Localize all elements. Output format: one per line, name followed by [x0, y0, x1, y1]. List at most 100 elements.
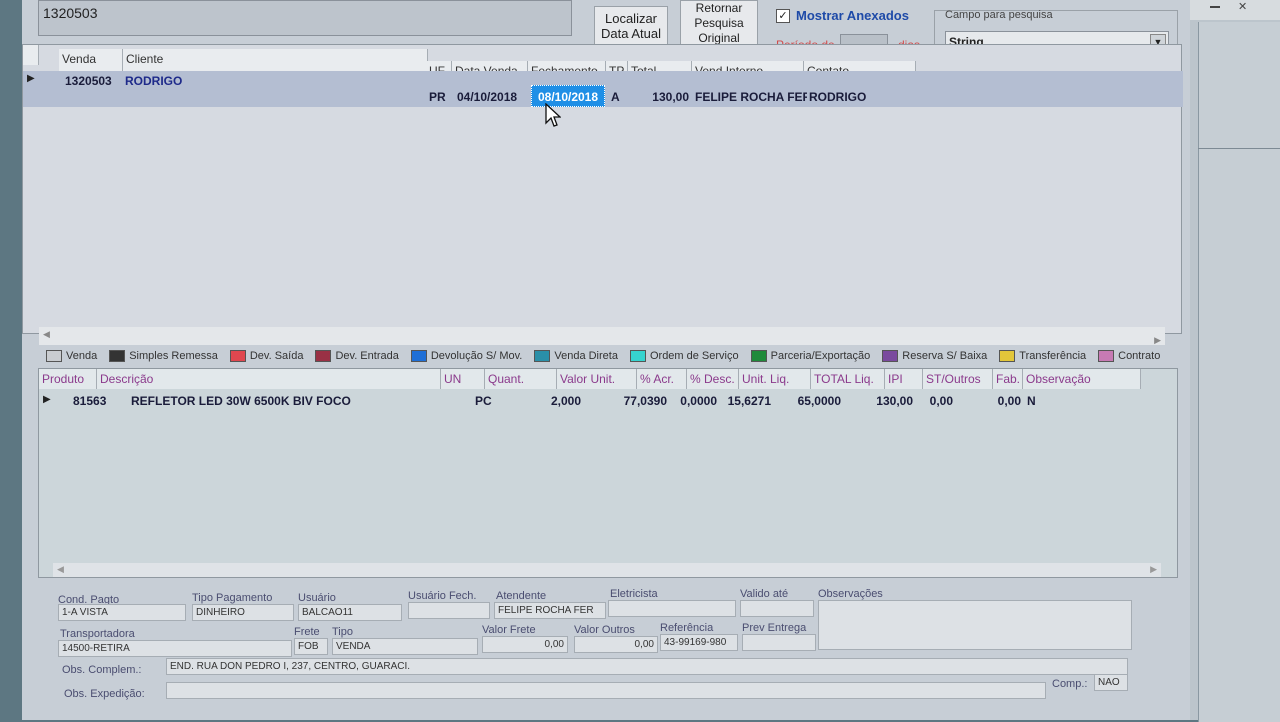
label-observacoes: Observações	[818, 588, 883, 600]
field-tipo-pagamento[interactable]: DINHEIRO	[192, 604, 294, 621]
footer-panel: Cond. Pagto 1-A VISTA Tipo Pagamento DIN…	[48, 584, 1178, 720]
cell-contato: RODRIGO	[809, 90, 867, 104]
label-obs-complem: Obs. Complem.:	[62, 664, 142, 676]
legend-item: Devolução S/ Mov.	[410, 350, 522, 362]
cell-fechamento[interactable]: 08/10/2018	[531, 85, 605, 107]
col-header-venda[interactable]: Venda	[59, 49, 123, 71]
col-header-ipi[interactable]: IPI	[885, 369, 923, 389]
cell-desc: 15,6271	[727, 394, 771, 408]
legend-label: Venda Direta	[554, 350, 618, 362]
legend-item: Transferência	[999, 350, 1086, 362]
legend-label: Reserva S/ Baixa	[902, 350, 988, 362]
label-obs-expedicao: Obs. Expedição:	[64, 688, 145, 700]
legend-item: Ordem de Serviço	[629, 350, 739, 362]
legend-item: Venda	[46, 350, 97, 362]
col-header-fab[interactable]: Fab.	[993, 369, 1023, 389]
row-pointer-icon: ▶	[27, 73, 35, 84]
col-header-total-liq[interactable]: TOTAL Liq.	[811, 369, 885, 389]
legend-label: Contrato	[1118, 350, 1161, 362]
legend-swatch	[315, 350, 332, 362]
legend-swatch	[410, 350, 427, 362]
col-header-valor-unit[interactable]: Valor Unit.	[557, 369, 637, 389]
legend-item: Venda Direta	[534, 350, 618, 362]
field-eletricista[interactable]	[608, 600, 736, 617]
col-header-un[interactable]: UN	[441, 369, 485, 389]
field-usuario-fech[interactable]	[408, 602, 490, 619]
field-valor-outros[interactable]: 0,00	[574, 636, 658, 653]
field-frete[interactable]: FOB	[294, 638, 328, 655]
legend-label: Dev. Entrada	[335, 350, 399, 362]
legend-swatch	[750, 350, 767, 362]
col-header-st-outros[interactable]: ST/Outros	[923, 369, 993, 389]
label-usuario: Usuário	[298, 592, 336, 604]
minimize-icon[interactable]	[1210, 6, 1220, 8]
field-transportadora[interactable]: 14500-RETIRA	[58, 640, 292, 657]
col-header-desc[interactable]: % Desc.	[687, 369, 739, 389]
legend-swatch	[534, 350, 551, 362]
label-comp: Comp.:	[1052, 678, 1088, 690]
cell-valor-unit: 77,0390	[623, 394, 667, 408]
search-field[interactable]: 1320503	[38, 0, 572, 36]
field-prev-entrega[interactable]	[742, 634, 816, 651]
scroll-right-icon[interactable]: ▶	[1154, 335, 1161, 346]
cell-uf: PR	[429, 90, 446, 104]
cell-total-liq: 130,00	[876, 394, 913, 408]
label-tipo-pagamento: Tipo Pagamento	[192, 592, 273, 604]
row-pointer-icon: ▶	[43, 394, 51, 405]
field-comp[interactable]: NAO	[1094, 674, 1128, 691]
cell-produto: 81563	[73, 394, 107, 408]
scroll-left-icon[interactable]: ◀	[43, 329, 50, 340]
legend-swatch	[109, 350, 126, 362]
col-header-observa-o[interactable]: Observação	[1023, 369, 1141, 389]
background-window: ✕	[1190, 0, 1280, 722]
mostrar-anexados-checkbox[interactable]: ✓ Mostrar Anexados	[776, 8, 909, 23]
items-horizontal-scrollbar[interactable]: ◀ ▶	[53, 563, 1161, 577]
field-atendente[interactable]: FELIPE ROCHA FER	[494, 602, 606, 619]
color-legend: Venda Simples Remessa Dev. Saída Dev. Entra…	[46, 350, 1176, 362]
col-header-produto[interactable]: Produto	[39, 369, 97, 389]
label-atendente: Atendente	[496, 590, 547, 602]
sales-horizontal-scrollbar[interactable]: ◀ ▶	[39, 327, 1165, 345]
items-grid: Produto Descrição UN Quant. Valor Unit.% Acr…	[38, 368, 1178, 578]
label-prev-entrega: Prev Entrega	[742, 622, 807, 634]
label-referencia: Referência	[660, 622, 714, 634]
label-valido-ate: Valido até	[740, 588, 789, 600]
label-eletricista: Eletricista	[610, 588, 658, 600]
cell-vend-interno: FELIPE ROCHA FER	[695, 90, 807, 104]
label-valor-frete: Valor Frete	[482, 624, 536, 636]
legend-label: Transferência	[1019, 350, 1087, 362]
scroll-left-icon[interactable]: ◀	[57, 564, 64, 575]
legend-label: Dev. Saída	[249, 350, 304, 362]
field-usuario[interactable]: BALCAO11	[298, 604, 402, 621]
cell-ipi: 0,00	[929, 394, 953, 408]
cell-cliente: RODRIGO	[125, 74, 183, 88]
legend-swatch	[999, 350, 1016, 362]
col-header-quant[interactable]: Quant.	[485, 369, 557, 389]
col-header-unit-liq[interactable]: Unit. Liq.	[739, 369, 811, 389]
table-row[interactable]: ▶ 1320503 RODRIGO PR 04/10/2018 08/10/20…	[23, 71, 1183, 107]
cell-fab: N	[1027, 394, 1036, 408]
col-header-descri-o[interactable]: Descrição	[97, 369, 441, 389]
label-valor-outros: Valor Outros	[574, 624, 635, 636]
legend-item: Dev. Saída	[229, 350, 304, 362]
col-header-cliente[interactable]: Cliente	[123, 49, 428, 71]
cell-unit-liq: 65,0000	[797, 394, 841, 408]
close-icon[interactable]: ✕	[1238, 0, 1247, 13]
cell-tp: A	[611, 90, 620, 104]
scroll-right-icon[interactable]: ▶	[1150, 564, 1157, 575]
legend-item: Simples Remessa	[109, 350, 218, 362]
col-header-acr[interactable]: % Acr.	[637, 369, 687, 389]
field-valor-frete[interactable]: 0,00	[482, 636, 568, 653]
cell-total: 130,00	[652, 90, 689, 104]
field-observacoes[interactable]	[818, 600, 1132, 650]
table-row[interactable]: ▶ 81563 REFLETOR LED 30W 6500K BIV FOCO …	[39, 391, 1179, 411]
field-obs-complem[interactable]: END. RUA DON PEDRO I, 237, CENTRO, GUARA…	[166, 658, 1128, 675]
legend-swatch	[629, 350, 646, 362]
field-cond-pagto[interactable]: 1-A VISTA	[58, 604, 186, 621]
label-transportadora: Transportadora	[60, 628, 135, 640]
field-tipo[interactable]: VENDA	[332, 638, 478, 655]
field-referencia[interactable]: 43-99169-980	[660, 634, 738, 651]
field-valido-ate[interactable]	[740, 600, 814, 617]
field-obs-expedicao[interactable]	[166, 682, 1046, 699]
checkbox-checked-icon: ✓	[776, 8, 790, 23]
